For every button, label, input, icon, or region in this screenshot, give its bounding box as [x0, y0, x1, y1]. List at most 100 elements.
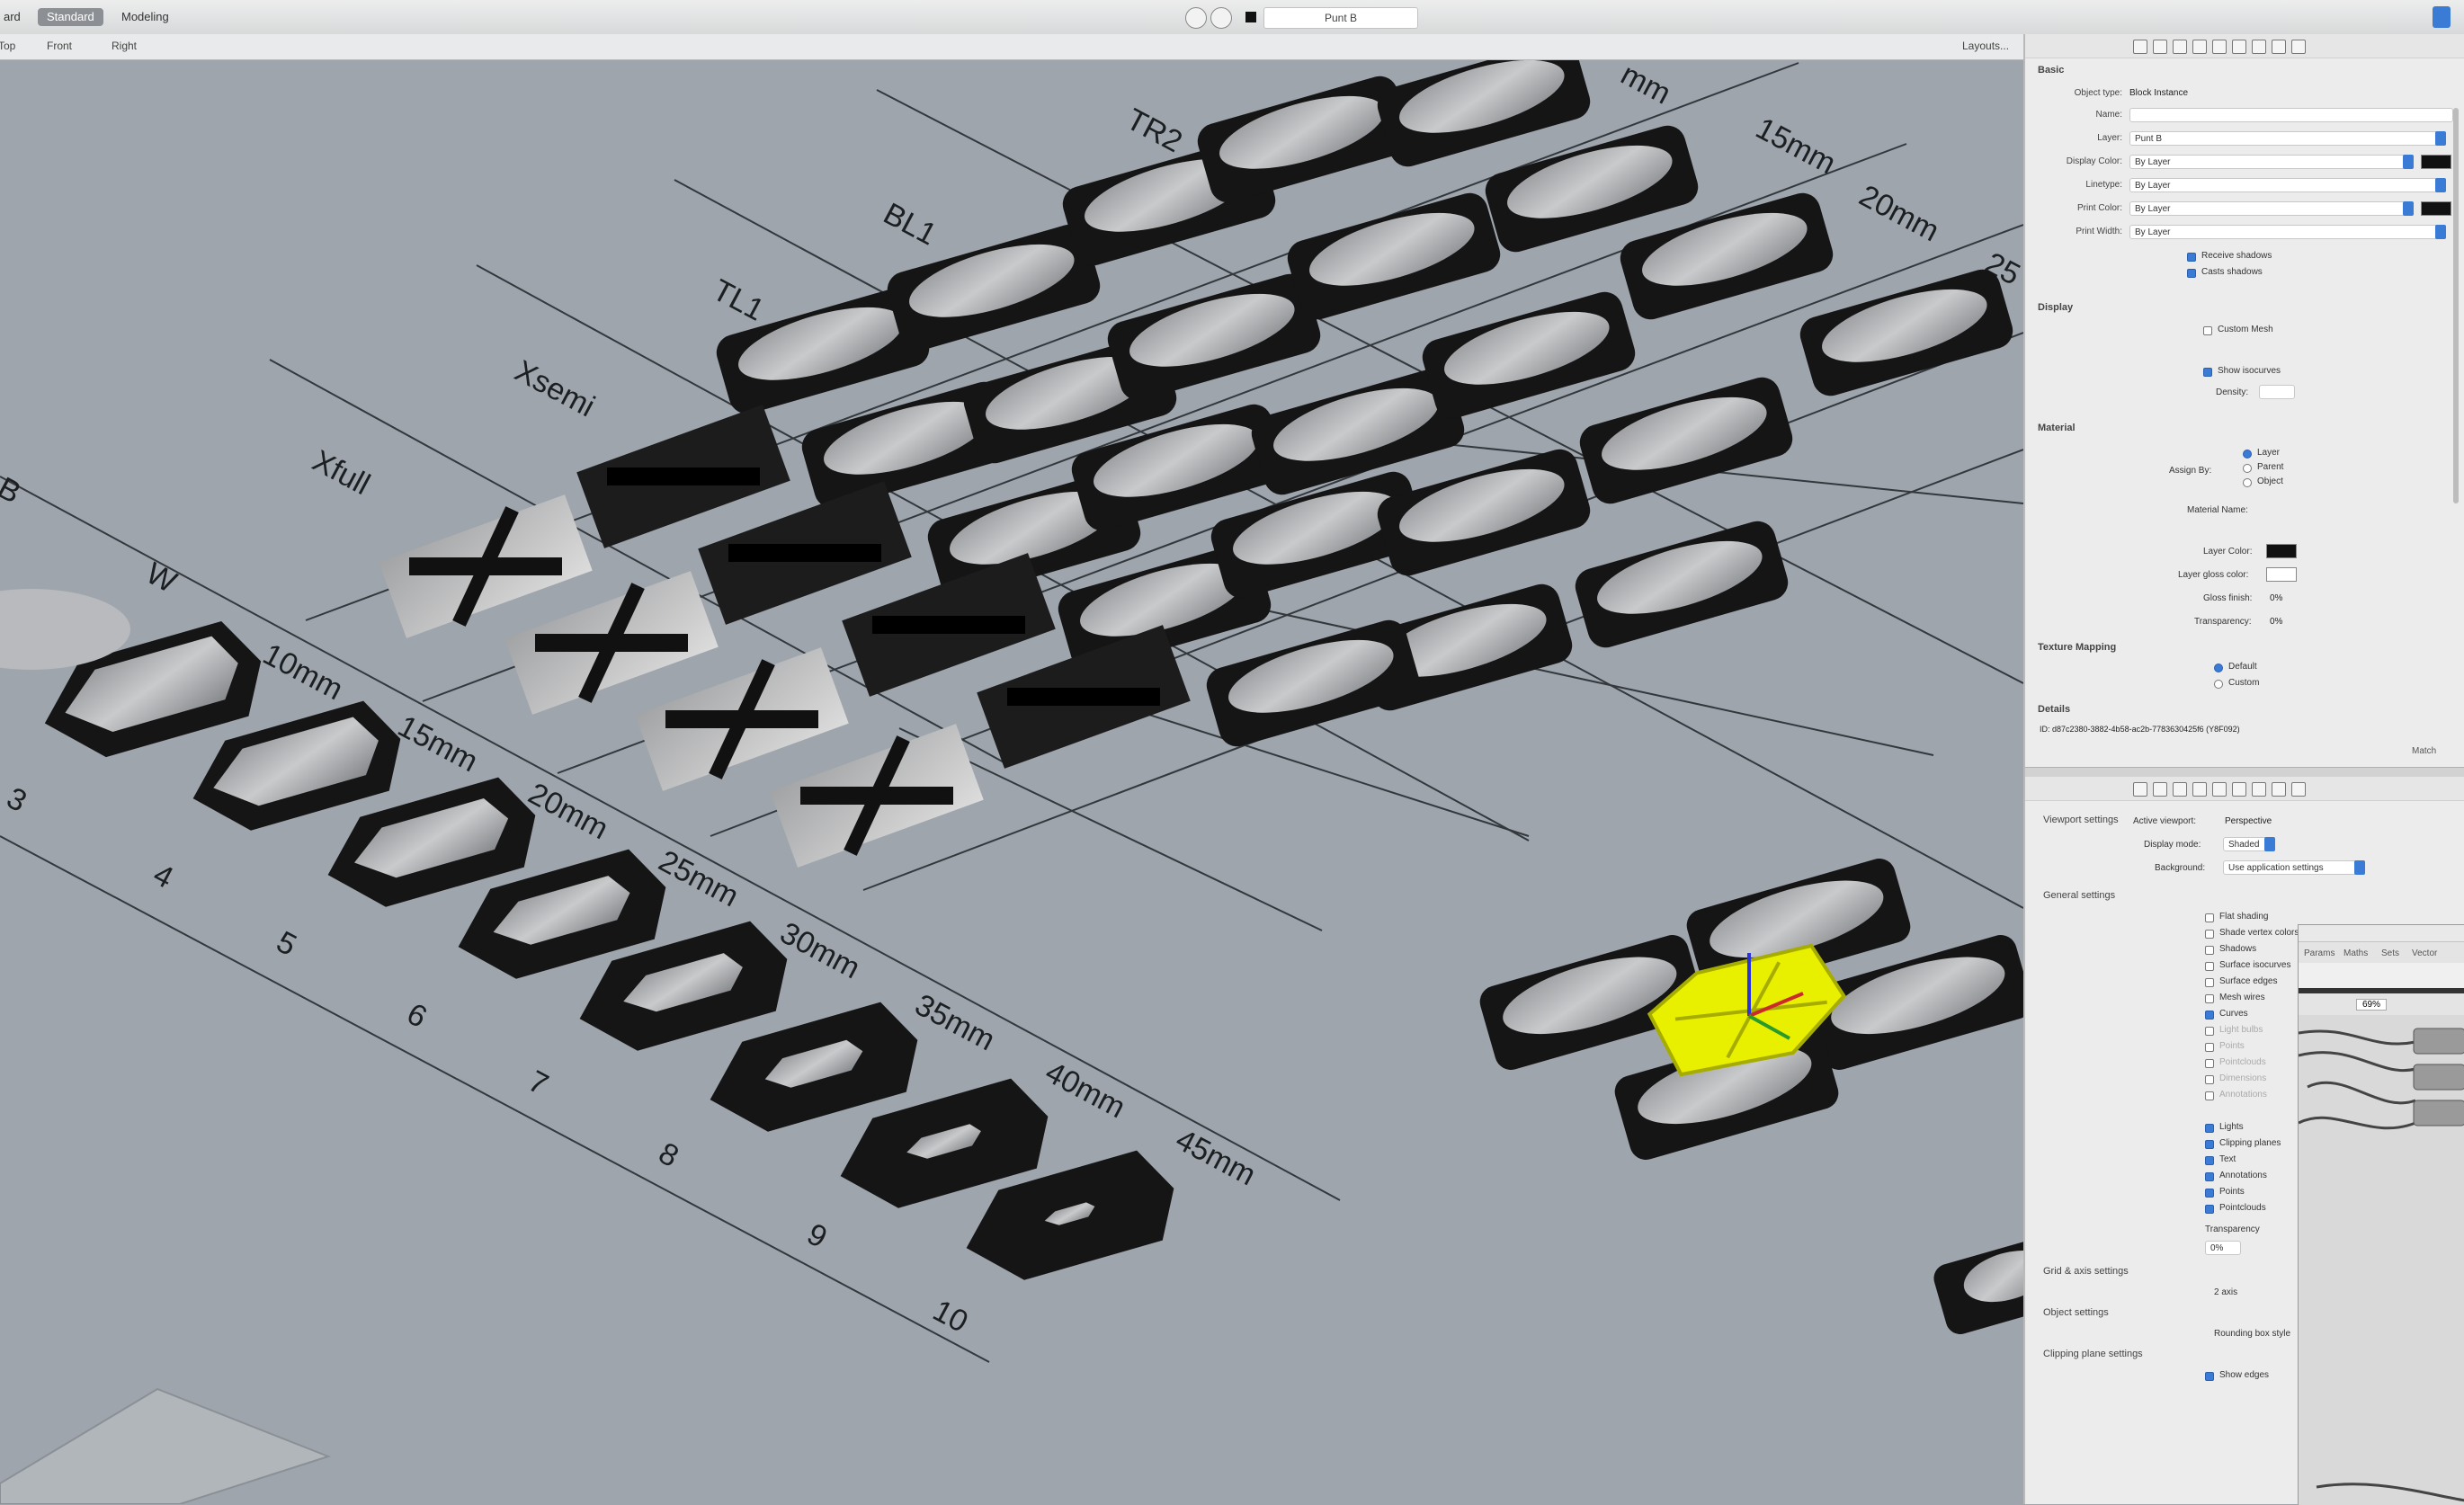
lights-checkbox[interactable]	[2205, 1124, 2214, 1133]
linetype-select[interactable]: By Layer	[2129, 178, 2441, 192]
layouts-button[interactable]: Layouts...	[1962, 40, 2009, 52]
light-bulbs-label: Light bulbs	[2219, 1025, 2263, 1035]
layers-icon[interactable]	[2192, 40, 2207, 54]
annotations-on-checkbox[interactable]	[2205, 1172, 2214, 1181]
text-checkbox[interactable]	[2205, 1156, 2214, 1165]
section-display[interactable]: Display	[2038, 302, 2073, 313]
record-icon[interactable]	[1185, 7, 1207, 29]
gh-tab-maths[interactable]: Maths	[2343, 948, 2368, 958]
curves-label: Curves	[2219, 1009, 2248, 1019]
print-width-label: Print Width:	[2076, 227, 2122, 236]
shade-vertex-checkbox[interactable]	[2205, 930, 2214, 939]
render-icon[interactable]	[2232, 40, 2246, 54]
annotations-checkbox[interactable]	[2205, 1091, 2214, 1100]
clipping-planes-checkbox[interactable]	[2205, 1140, 2214, 1149]
current-layer-selector[interactable]: Punt B	[1263, 7, 1418, 29]
print-color-select[interactable]: By Layer	[2129, 201, 2410, 216]
document-icon[interactable]	[2173, 40, 2187, 54]
custom-mesh-checkbox[interactable]	[2203, 326, 2212, 335]
object-props-icon[interactable]	[2133, 40, 2147, 54]
section-material[interactable]: Material	[2038, 423, 2076, 433]
section-texture-mapping[interactable]: Texture Mapping	[2038, 642, 2116, 653]
gh-canvas[interactable]	[2299, 1015, 2464, 1505]
display-color-swatch[interactable]	[2421, 155, 2451, 169]
assign-parent-radio[interactable]	[2243, 464, 2252, 473]
gh-component-bar[interactable]	[2299, 963, 2464, 989]
surface-isocurves-checkbox[interactable]	[2205, 962, 2214, 971]
chevron-down-icon[interactable]	[2435, 225, 2446, 239]
match-button[interactable]: Match	[2412, 746, 2436, 756]
grasshopper-window[interactable]: Params Maths Sets Vector 69%	[2298, 924, 2464, 1505]
points-checkbox[interactable]	[2205, 1043, 2214, 1052]
display-color-select[interactable]: By Layer	[2129, 155, 2410, 169]
tab-modeling[interactable]: Modeling	[112, 8, 178, 26]
texture-default-radio[interactable]	[2214, 663, 2223, 672]
receive-shadows-checkbox[interactable]	[2187, 253, 2196, 262]
environment-icon[interactable]	[2252, 782, 2266, 797]
dimensions-checkbox[interactable]	[2205, 1075, 2214, 1084]
pointclouds-checkbox[interactable]	[2205, 1059, 2214, 1068]
show-isocurves-checkbox[interactable]	[2203, 368, 2212, 377]
chevron-down-icon[interactable]	[2435, 131, 2446, 146]
perspective-viewport[interactable]: TR2 BL1 TL1 Xsemi Xfull W B 10mm 15mm 20…	[0, 60, 2023, 1504]
snapshot-icon[interactable]	[1210, 7, 1232, 29]
properties-scrollbar[interactable]	[2453, 108, 2459, 503]
pointclouds-on-checkbox[interactable]	[2205, 1205, 2214, 1214]
chevron-down-icon[interactable]	[2264, 837, 2275, 851]
environment-icon[interactable]	[2252, 40, 2266, 54]
tab-ard[interactable]: ard	[0, 8, 30, 26]
help-icon[interactable]	[2291, 40, 2306, 54]
mesh-wires-checkbox[interactable]	[2205, 994, 2214, 1003]
panel-toggle-icon[interactable]	[2433, 6, 2451, 28]
name-field[interactable]	[2129, 108, 2453, 122]
print-color-swatch[interactable]	[2421, 201, 2451, 216]
document-icon[interactable]	[2173, 782, 2187, 797]
casts-shadows-checkbox[interactable]	[2187, 269, 2196, 278]
assign-object-radio[interactable]	[2243, 478, 2252, 487]
print-width-select[interactable]: By Layer	[2129, 225, 2441, 239]
curves-checkbox[interactable]	[2205, 1011, 2214, 1020]
light-props-icon[interactable]	[2153, 782, 2167, 797]
layer-select[interactable]: Punt B	[2129, 131, 2441, 146]
tab-right[interactable]: Right	[112, 40, 137, 52]
background-select[interactable]: Use application settings	[2223, 860, 2358, 875]
chevron-down-icon[interactable]	[2354, 860, 2365, 875]
texture-custom-radio[interactable]	[2214, 680, 2223, 689]
materials-icon[interactable]	[2212, 40, 2227, 54]
gh-zoom-level[interactable]: 69%	[2356, 999, 2388, 1011]
show-edges-checkbox[interactable]	[2205, 1372, 2214, 1381]
chevron-down-icon[interactable]	[2403, 155, 2414, 169]
notes-icon[interactable]	[2272, 782, 2286, 797]
layer-gloss-swatch[interactable]	[2266, 567, 2297, 582]
layers-icon[interactable]	[2192, 782, 2207, 797]
section-details[interactable]: Details	[2038, 704, 2070, 715]
tab-standard[interactable]: Standard	[38, 8, 103, 26]
gh-tab-vector[interactable]: Vector	[2412, 948, 2437, 958]
render-icon[interactable]	[2232, 782, 2246, 797]
shadows-checkbox[interactable]	[2205, 946, 2214, 955]
flat-shading-checkbox[interactable]	[2205, 913, 2214, 922]
assign-layer-radio[interactable]	[2243, 450, 2252, 459]
tab-top[interactable]: Top	[0, 40, 15, 52]
show-isocurves-label: Show isocurves	[2218, 366, 2281, 376]
lights-label: Lights	[2219, 1122, 2244, 1132]
light-bulbs-checkbox[interactable]	[2205, 1027, 2214, 1036]
notes-icon[interactable]	[2272, 40, 2286, 54]
display-mode-select[interactable]: Shaded	[2223, 837, 2268, 851]
layer-color-swatch[interactable]	[2266, 544, 2297, 558]
vp-transparency-field[interactable]: 0%	[2205, 1241, 2241, 1255]
materials-icon[interactable]	[2212, 782, 2227, 797]
surface-edges-checkbox[interactable]	[2205, 978, 2214, 987]
object-props-icon[interactable]	[2133, 782, 2147, 797]
gh-titlebar[interactable]	[2299, 925, 2464, 942]
section-basic[interactable]: Basic	[2038, 65, 2064, 76]
chevron-down-icon[interactable]	[2435, 178, 2446, 192]
density-field[interactable]	[2259, 385, 2295, 399]
gh-tab-sets[interactable]: Sets	[2381, 948, 2399, 958]
chevron-down-icon[interactable]	[2403, 201, 2414, 216]
gh-tab-params[interactable]: Params	[2304, 948, 2335, 958]
points-on-checkbox[interactable]	[2205, 1189, 2214, 1198]
help-icon[interactable]	[2291, 782, 2306, 797]
tab-front[interactable]: Front	[47, 40, 72, 52]
light-props-icon[interactable]	[2153, 40, 2167, 54]
